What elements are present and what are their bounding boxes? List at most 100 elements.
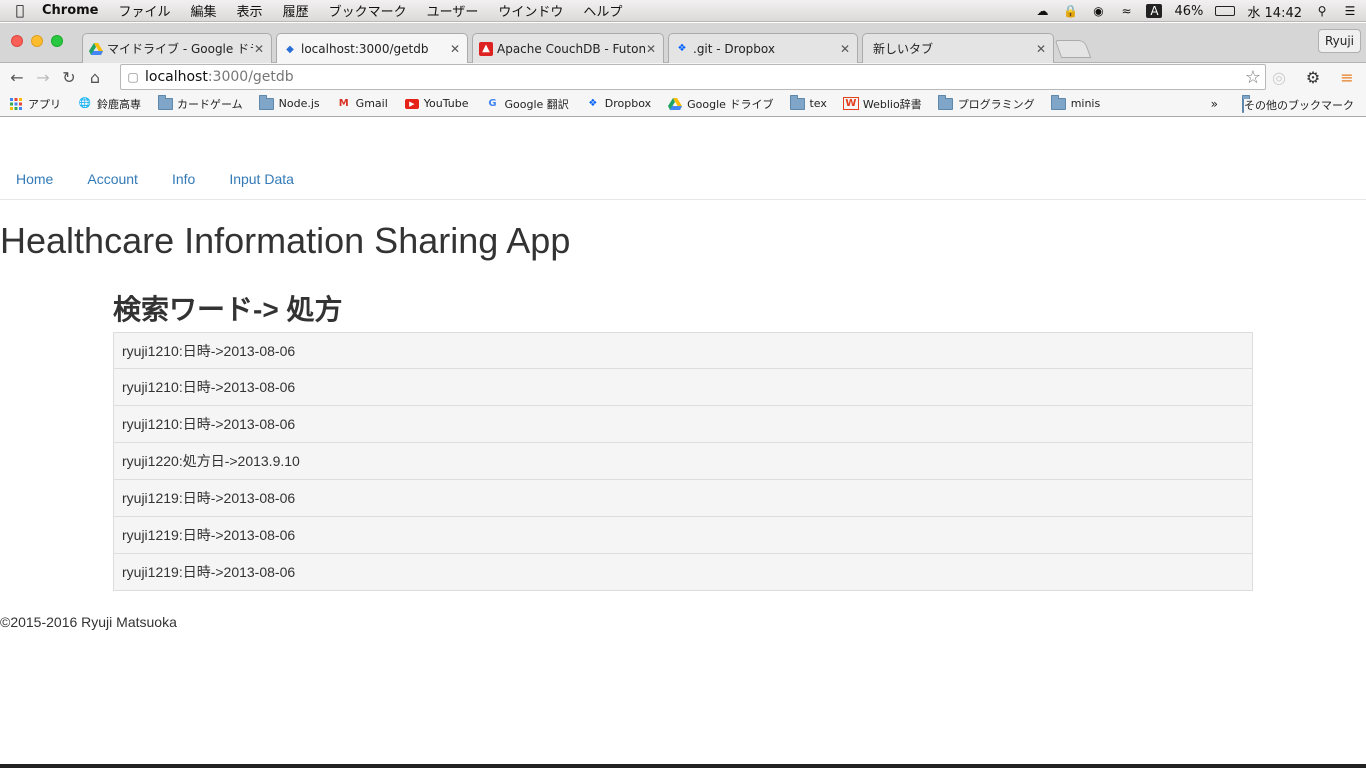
apps-grid-icon	[8, 97, 24, 110]
folder-icon	[1051, 94, 1067, 110]
close-tab-icon[interactable]: ✕	[839, 42, 851, 56]
tab-title: .git - Dropbox	[693, 41, 775, 56]
site-navbar: Home Account Info Input Data	[0, 158, 1366, 200]
google-translate-icon: G	[488, 98, 497, 109]
bookmark-card-game[interactable]: カードゲーム	[157, 94, 243, 112]
window-bottom-edge	[0, 764, 1366, 768]
close-window-button[interactable]	[11, 35, 23, 47]
folder-icon	[259, 94, 275, 110]
url-path: :3000/getdb	[207, 69, 294, 85]
close-tab-icon[interactable]: ✕	[645, 42, 657, 56]
apple-menu-icon[interactable]: 	[0, 3, 40, 19]
list-item: ryuji1220:処方日->2013.9.10	[113, 443, 1253, 480]
address-bar[interactable]: ▢ localhost :3000/getdb ☆	[120, 64, 1266, 90]
input-method-icon[interactable]: A	[1146, 4, 1163, 18]
tab-new-tab[interactable]: 新しいタブ ✕	[862, 33, 1054, 63]
wifi-icon[interactable]: ≈	[1118, 4, 1134, 18]
settings-gear-icon[interactable]: ⚙	[1300, 65, 1326, 89]
bookmark-label: 鈴鹿高専	[97, 97, 141, 111]
clock[interactable]: 水 14:42	[1247, 2, 1302, 21]
lock-icon[interactable]: 🔒	[1062, 4, 1078, 18]
chrome-menu-icon[interactable]: ≡	[1334, 65, 1360, 89]
menu-edit[interactable]: 編集	[191, 1, 217, 20]
bookmark-suzuka-kosen[interactable]: 🌐 鈴鹿高専	[77, 96, 141, 112]
dropbox-icon: ❖	[588, 98, 598, 109]
back-arrow-icon[interactable]: ←	[4, 65, 30, 89]
menu-file[interactable]: ファイル	[119, 1, 171, 20]
spotlight-search-icon[interactable]: ⚲	[1314, 4, 1330, 18]
forward-arrow-icon[interactable]: →	[30, 65, 56, 89]
bookmark-weblio[interactable]: W Weblio辞書	[842, 96, 922, 112]
menu-users[interactable]: ユーザー	[427, 1, 479, 20]
close-tab-icon[interactable]: ✕	[253, 42, 265, 56]
list-item: ryuji1210:日時->2013-08-06	[113, 332, 1253, 369]
nav-account-link[interactable]: Account	[87, 171, 138, 187]
profile-button[interactable]: Ryuji	[1317, 29, 1361, 53]
page-title: Healthcare Information Sharing App	[0, 220, 571, 261]
bookmark-google-drive[interactable]: Google ドライブ	[667, 96, 773, 112]
extension-icon[interactable]: ◎	[1266, 65, 1292, 89]
bookmark-programming[interactable]: プログラミング	[938, 94, 1035, 112]
tab-git-dropbox[interactable]: ❖ .git - Dropbox ✕	[668, 33, 858, 63]
bookmark-label: YouTube	[423, 97, 469, 110]
menu-help[interactable]: ヘルプ	[583, 1, 622, 20]
bookmark-label: Google 翻訳	[504, 97, 569, 111]
list-item: ryuji1219:日時->2013-08-06	[113, 517, 1253, 554]
menu-view[interactable]: 表示	[237, 1, 263, 20]
nav-info-link[interactable]: Info	[172, 171, 195, 187]
bookmark-label: tex	[809, 97, 827, 110]
bookmark-label: プログラミング	[957, 97, 1035, 111]
menu-history[interactable]: 履歴	[283, 1, 309, 20]
url-host: localhost	[145, 69, 208, 85]
tab-title: 新しいタブ	[873, 42, 934, 56]
menu-app-chrome[interactable]: Chrome	[42, 3, 99, 18]
minimize-window-button[interactable]	[31, 35, 43, 47]
youtube-icon: ▶	[404, 97, 420, 110]
tab-google-drive[interactable]: マイドライブ - Google ドラ ✕	[82, 33, 272, 63]
bookmark-other-bookmarks[interactable]: その他のブックマーク	[1242, 97, 1354, 113]
tab-strip: マイドライブ - Google ドラ ✕ ◆ localhost:3000/ge…	[0, 23, 1366, 64]
notification-center-icon[interactable]: ☰	[1342, 4, 1358, 18]
folder-icon	[1242, 97, 1244, 113]
nav-home-link[interactable]: Home	[16, 171, 53, 187]
bookmark-label: Weblio辞書	[862, 97, 922, 111]
tab-couchdb-futon[interactable]: ▲ Apache CouchDB - Futon: ✕	[472, 33, 664, 63]
dropbox-icon: ❖	[677, 43, 687, 54]
close-tab-icon[interactable]: ✕	[1035, 42, 1047, 56]
bookmark-apps[interactable]: アプリ	[8, 96, 61, 112]
battery-icon[interactable]	[1215, 6, 1236, 16]
footer-copyright: ©2015-2016 Ryuji Matsuoka	[0, 614, 177, 630]
list-item: ryuji1210:日時->2013-08-06	[113, 406, 1253, 443]
menu-bookmarks[interactable]: ブックマーク	[329, 1, 407, 20]
nav-input-data-link[interactable]: Input Data	[229, 171, 294, 187]
list-item: ryuji1219:日時->2013-08-06	[113, 554, 1253, 591]
bookmark-youtube[interactable]: ▶ YouTube	[404, 97, 469, 110]
bookmark-label: Dropbox	[604, 97, 652, 110]
zoom-window-button[interactable]	[51, 35, 63, 47]
new-tab-button[interactable]	[1054, 40, 1092, 58]
bookmark-nodejs[interactable]: Node.js	[259, 94, 320, 110]
bookmark-tex[interactable]: tex	[789, 94, 827, 110]
reload-icon[interactable]: ↻	[56, 65, 82, 89]
bookmark-gmail[interactable]: M Gmail	[336, 97, 388, 110]
bookmark-google-translate[interactable]: G Google 翻訳	[485, 96, 569, 112]
bookmark-label: minis	[1070, 97, 1101, 110]
bookmark-dropbox[interactable]: ❖ Dropbox	[585, 97, 651, 110]
tab-title: localhost:3000/getdb	[301, 42, 429, 56]
bookmark-label: Gmail	[355, 97, 388, 110]
home-icon[interactable]: ⌂	[82, 65, 108, 89]
tab-localhost-getdb[interactable]: ◆ localhost:3000/getdb ✕	[276, 33, 468, 64]
toolbar-extensions: ◎ ⚙ ≡	[1266, 65, 1360, 89]
menu-window[interactable]: ウインドウ	[498, 1, 563, 20]
folder-icon	[938, 94, 954, 110]
menubar-status-area: ☁ 🔒 ◉ ≈ A 46% 水 14:42 ⚲ ☰	[1034, 0, 1358, 22]
battery-percent[interactable]: 46%	[1174, 4, 1203, 19]
sync-icon[interactable]: ☁	[1034, 4, 1050, 18]
bookmark-minis[interactable]: minis	[1051, 94, 1101, 110]
bookmarks-overflow-chevron-icon[interactable]: »	[1211, 97, 1218, 111]
bookmark-star-icon[interactable]: ☆	[1245, 67, 1261, 88]
localhost-icon: ◆	[286, 43, 294, 55]
record-icon[interactable]: ◉	[1090, 4, 1106, 18]
close-tab-icon[interactable]: ✕	[449, 42, 461, 56]
folder-icon	[789, 94, 805, 110]
